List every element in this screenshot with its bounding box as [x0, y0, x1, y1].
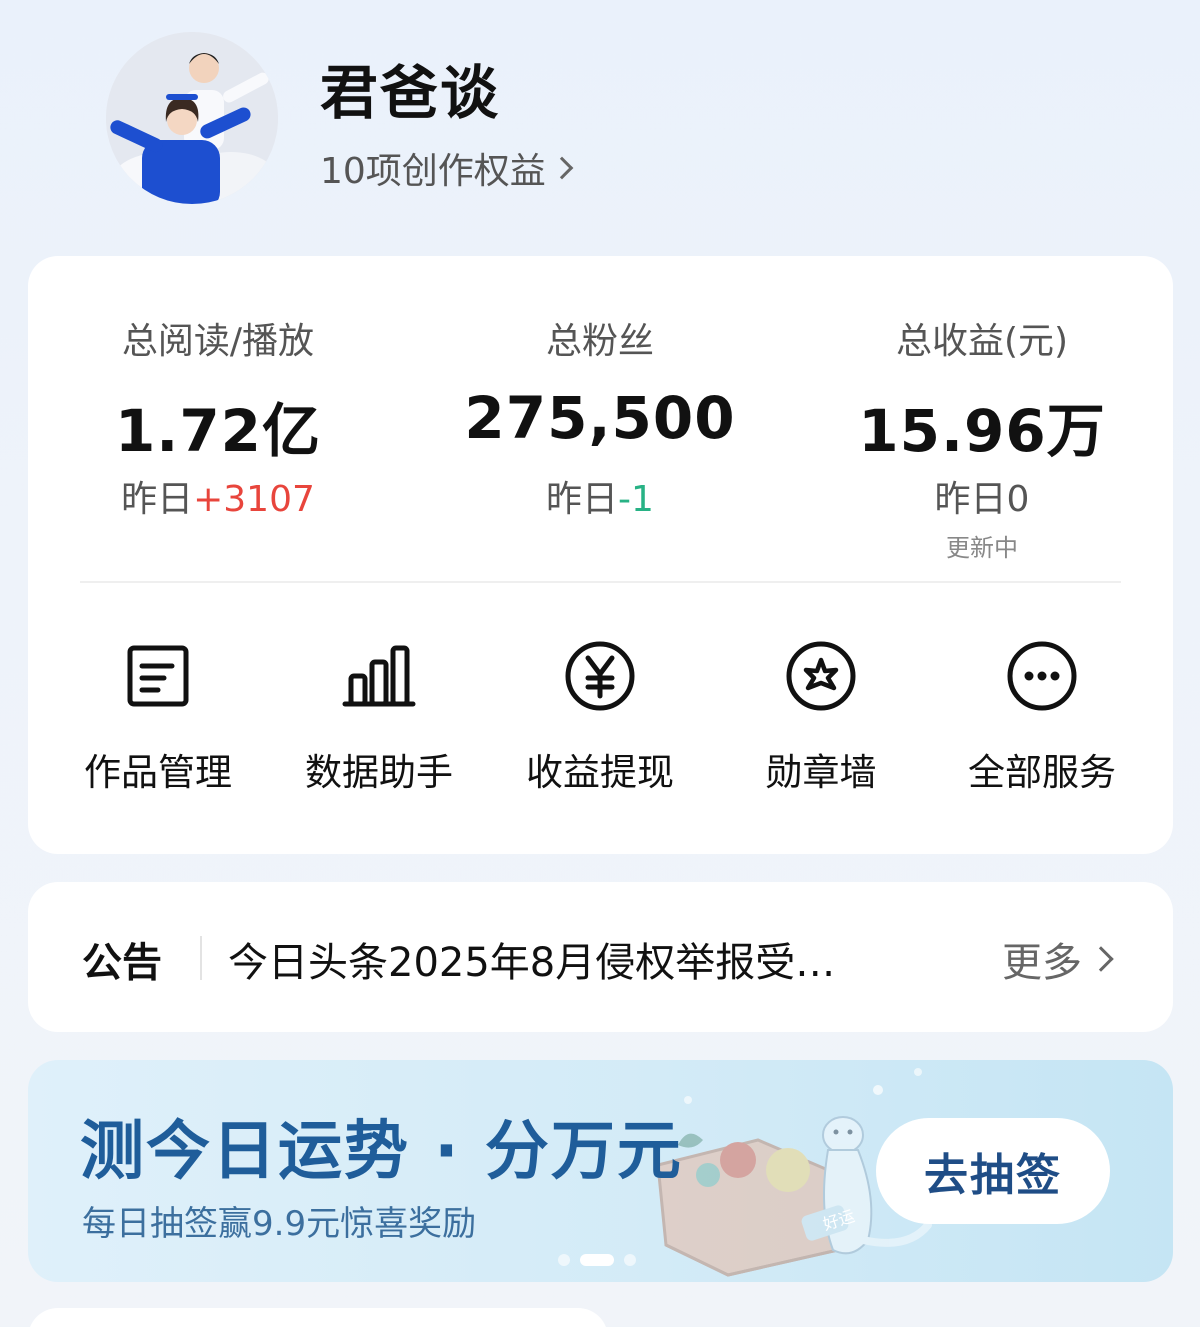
tool-data-assistant[interactable]: 数据助手 [279, 636, 479, 796]
stat-label: 总粉丝 [545, 321, 654, 362]
stat-total-fans[interactable]: 总粉丝 275,500 昨日-1 [410, 312, 790, 522]
carousel-dot-active[interactable] [580, 1254, 614, 1266]
stat-value: 15.96万 [858, 397, 1106, 465]
benefits-link[interactable]: 10项创作权益 [320, 142, 574, 194]
announcement-title: 公告 [82, 940, 162, 986]
carousel-indicator [558, 1254, 636, 1266]
stat-note: 更新中 [946, 534, 1018, 562]
bar-chart-icon [339, 636, 419, 716]
profile-header: 君爸谈 10项创作权益 [0, 0, 1200, 240]
avatar-photo [106, 32, 278, 204]
stat-change: 昨日-1 [410, 470, 790, 522]
yuan-coin-icon [560, 636, 640, 716]
tool-label: 收益提现 [526, 751, 674, 794]
user-name: 君爸谈 [320, 59, 501, 127]
draw-lot-button[interactable]: 去抽签 [876, 1118, 1110, 1224]
benefits-label: 10项创作权益 [320, 151, 546, 192]
carousel-dot[interactable] [624, 1254, 636, 1266]
stat-change-value: -1 [618, 479, 654, 520]
tool-withdraw-earnings[interactable]: 收益提现 [500, 636, 700, 796]
stat-total-reads[interactable]: 总阅读/播放 1.72亿 昨日+3107 [28, 312, 408, 522]
stat-change-value: +3107 [193, 479, 315, 520]
stat-change-prefix: 昨日 [546, 479, 619, 520]
document-icon [118, 636, 198, 716]
stat-total-earnings[interactable]: 总收益(元) 15.96万 昨日0 更新中 [792, 312, 1172, 563]
stat-change-prefix: 昨日 [121, 479, 194, 520]
stat-change-value: 0 [1006, 479, 1030, 520]
star-badge-icon [781, 636, 861, 716]
tool-label: 作品管理 [84, 751, 232, 794]
tool-label: 数据助手 [305, 751, 453, 794]
divider [200, 936, 202, 980]
carousel-dot[interactable] [558, 1254, 570, 1266]
stats-card: 总阅读/播放 1.72亿 昨日+3107 总粉丝 275,500 昨日-1 总收… [28, 256, 1173, 854]
banner-title: 测今日运势 · 分万元 [80, 1115, 683, 1189]
announcement-text[interactable]: 今日头条2025年8月侵权举报受… [228, 930, 918, 988]
announcement-more-link[interactable]: 更多 [1002, 930, 1114, 988]
stat-label: 总阅读/播放 [121, 321, 315, 362]
stat-value: 275,500 [464, 384, 736, 452]
announcement-card[interactable]: 公告 今日头条2025年8月侵权举报受… 更多 [28, 882, 1173, 1032]
chevron-right-icon [550, 156, 574, 180]
tool-label: 全部服务 [968, 751, 1116, 794]
more-dots-icon [1002, 636, 1082, 716]
next-card-peek [28, 1308, 608, 1327]
tool-all-services[interactable]: 全部服务 [942, 636, 1142, 796]
stat-change-prefix: 昨日 [934, 479, 1007, 520]
avatar[interactable] [106, 32, 278, 204]
chevron-right-icon [1088, 946, 1114, 972]
stat-label: 总收益(元) [895, 321, 1069, 362]
fortune-banner[interactable]: 好运 测今日运势 · 分万元 每日抽签赢9.9元惊喜奖励 去抽签 [28, 1060, 1173, 1282]
divider [80, 581, 1121, 583]
tool-badge-wall[interactable]: 勋章墙 [721, 636, 921, 796]
stat-change: 昨日+3107 [28, 470, 408, 522]
tool-works-management[interactable]: 作品管理 [58, 636, 258, 796]
tool-label: 勋章墙 [765, 751, 877, 794]
stat-value: 1.72亿 [114, 397, 322, 465]
stat-change: 昨日0 [792, 470, 1172, 522]
more-label: 更多 [1002, 940, 1082, 986]
banner-subtitle: 每日抽签赢9.9元惊喜奖励 [82, 1204, 477, 1244]
